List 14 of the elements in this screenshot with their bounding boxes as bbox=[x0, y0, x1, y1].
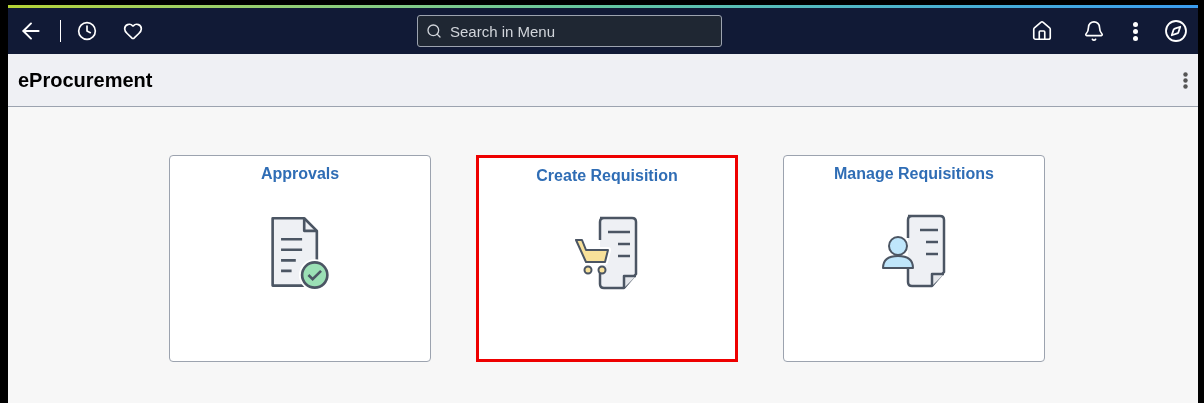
heart-icon bbox=[123, 21, 143, 41]
tile[interactable]: Approvals bbox=[169, 155, 431, 362]
tile[interactable]: Manage Requisitions bbox=[783, 155, 1045, 362]
more-options-icon bbox=[1183, 71, 1188, 89]
tile[interactable]: Create Requisition bbox=[476, 155, 738, 362]
bell-icon bbox=[1083, 20, 1105, 42]
page-title: eProcurement bbox=[18, 68, 153, 93]
page-actions-button[interactable] bbox=[1183, 71, 1188, 89]
clock-icon bbox=[77, 21, 97, 41]
search-field[interactable]: Search in Menu bbox=[417, 15, 722, 47]
more-options-icon bbox=[1133, 21, 1138, 41]
search-icon bbox=[426, 23, 442, 39]
home-icon bbox=[1031, 20, 1053, 42]
compass-icon bbox=[1164, 19, 1188, 43]
